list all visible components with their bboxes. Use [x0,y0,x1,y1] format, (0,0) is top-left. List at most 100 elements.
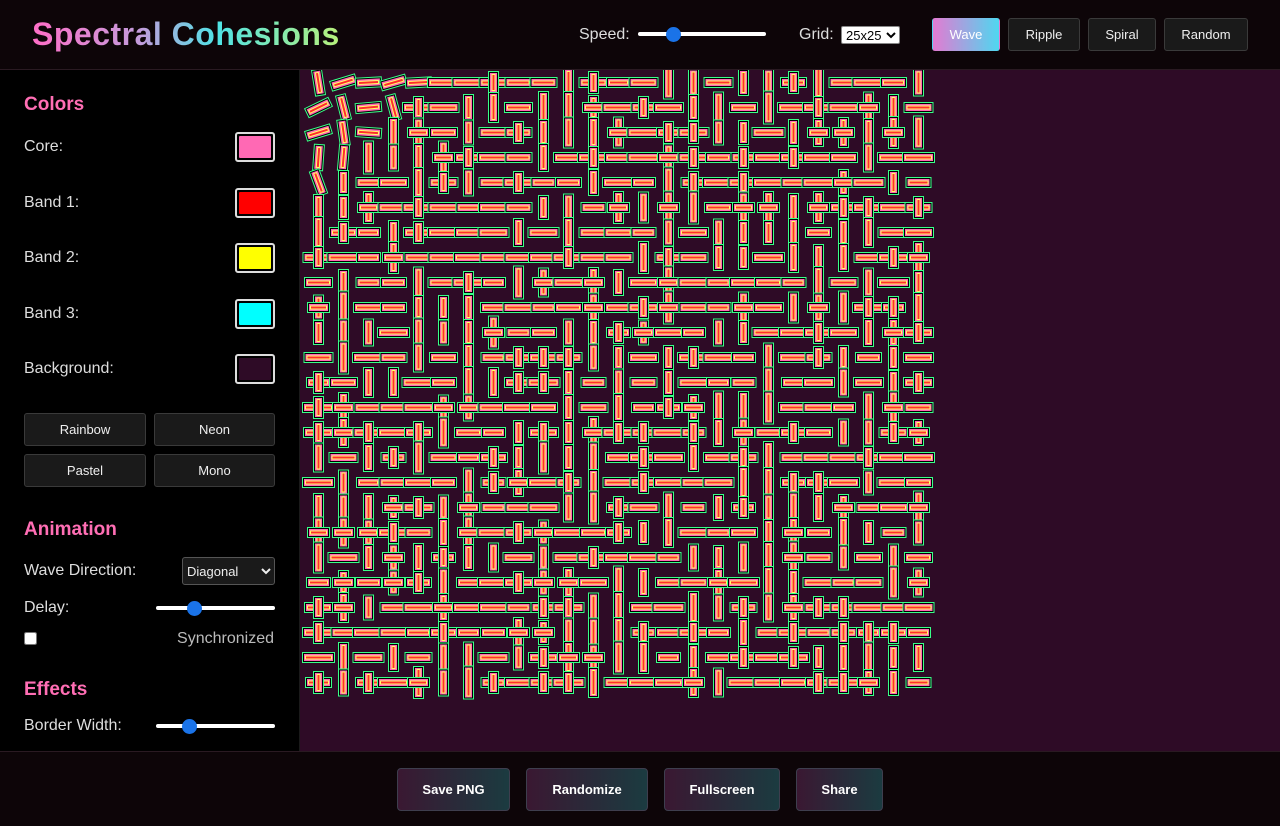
tile-core [407,256,430,259]
pattern-tile [613,345,624,370]
pattern-tile [678,577,709,588]
band3-color-picker[interactable] [235,299,275,329]
pattern-tile [913,115,924,150]
random-mode-button[interactable]: Random [1164,18,1248,51]
pattern-tile [653,677,684,688]
tile-core [782,331,805,334]
tile-core [617,644,620,671]
band2-color-label: Band 2: [24,249,80,266]
pattern-tile [563,671,574,694]
pattern-tile [479,252,508,263]
tile-core [642,100,645,115]
pattern-tile [456,627,481,638]
tile-core [582,231,605,234]
tile-core [356,356,381,359]
pattern-tile [580,202,607,213]
pattern-tile [903,102,934,113]
pattern-tile [904,552,933,563]
tile-core [582,406,605,409]
tile-core [692,175,695,190]
pattern-tile [488,367,499,398]
pattern-tile [563,471,574,494]
pattern-tile [356,477,381,488]
pattern-tile [678,252,709,263]
tile-core [682,306,705,309]
preset-neon-button[interactable]: Neon [154,413,275,446]
pattern-tile [532,527,555,538]
background-color-picker[interactable] [235,354,275,384]
preset-rainbow-button[interactable]: Rainbow [24,413,146,446]
pattern-tile [713,418,724,447]
tile-core [635,181,652,184]
core-color-picker[interactable] [235,132,275,162]
tile-core [381,331,406,334]
tile-core [808,556,829,559]
tile-core [411,131,426,134]
tile-core [492,546,495,569]
tile-core [384,306,403,309]
grid-size-select[interactable]: 25x25 [841,26,900,44]
tile-core [867,625,870,640]
save-png-button[interactable]: Save PNG [397,768,510,811]
pattern-tile [851,177,886,188]
pattern-tile [688,543,699,572]
pattern-tile [563,394,574,421]
preset-pastel-button[interactable]: Pastel [24,454,146,487]
tile-core [542,548,545,567]
synchronized-checkbox[interactable] [24,632,37,645]
tile-core [842,625,845,640]
tile-core [842,548,845,567]
border-width-slider[interactable] [156,718,275,734]
pattern-tile [738,446,749,469]
tile-core [331,556,356,559]
fullscreen-button[interactable]: Fullscreen [664,768,780,811]
pattern-tile [353,302,384,313]
pattern-tile [603,252,634,263]
tile-core [467,370,470,395]
pattern-canvas[interactable] [300,70,1280,751]
tile-core [611,131,626,134]
pattern-tile [854,552,883,563]
pattern-tile [432,602,455,613]
pattern-tile [402,402,435,413]
pattern-tile [882,402,905,413]
tile-core [442,299,445,316]
tile-core [917,72,920,93]
wave-mode-button[interactable]: Wave [932,18,1000,51]
pattern-tile [513,171,524,194]
pattern-tile [530,302,557,313]
spiral-mode-button[interactable]: Spiral [1088,18,1156,51]
tile-core [467,123,470,142]
band1-color-picker[interactable] [235,188,275,218]
preset-mono-button[interactable]: Mono [154,454,275,487]
pattern-tile [557,652,580,663]
wave-direction-select[interactable]: Diagonal [182,557,275,585]
tile-core [367,425,370,440]
band2-color-picker[interactable] [235,243,275,273]
pattern-tile [529,77,558,88]
pattern-tile [627,502,660,513]
randomize-button[interactable]: Randomize [526,768,648,811]
pattern-tile [863,621,874,644]
tile-core [784,281,803,284]
tile-core [867,322,870,343]
pattern-tile [488,471,499,494]
tile-core [317,425,320,440]
tile-core [792,75,795,90]
pattern-tile [877,277,910,288]
pattern-tile [863,318,874,347]
tile-core [484,506,503,509]
pattern-tile [432,402,455,413]
share-button[interactable]: Share [796,768,883,811]
pattern-tile [328,452,359,463]
tile-core [482,206,505,209]
tile-core [531,231,556,234]
tile-core [733,531,754,534]
pattern-tile [538,346,549,369]
tile-core [592,550,595,565]
delay-slider[interactable] [156,600,275,616]
tile-core [792,246,795,269]
ripple-mode-button[interactable]: Ripple [1008,18,1080,51]
pattern-tile [713,593,724,622]
speed-slider[interactable] [638,26,766,42]
